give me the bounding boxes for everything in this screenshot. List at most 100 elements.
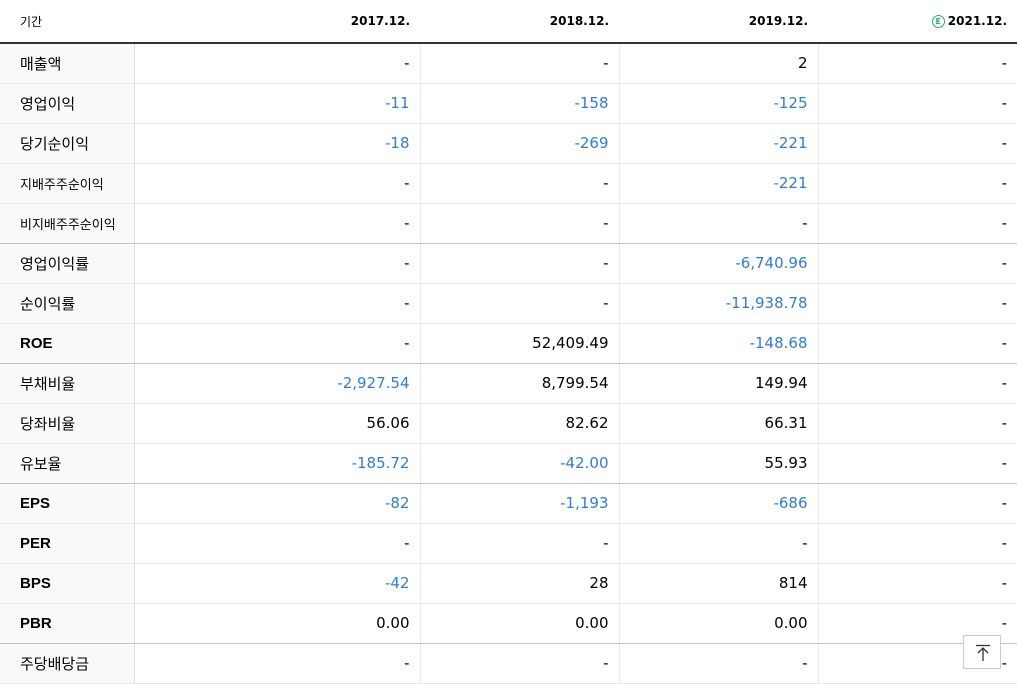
cell: - (817, 163, 1017, 204)
row-label: EPS (0, 483, 135, 524)
row-label: BPS (0, 563, 135, 604)
table-row: 부채비율 -2,927.54 8,799.54 149.94- (0, 363, 1017, 404)
cell: -221 (618, 123, 818, 164)
cell: -11,938.78 (618, 283, 818, 324)
table-row: 유보율 -185.72 -42.00 55.93- (0, 443, 1017, 484)
table-row: PBR 0.00 0.00 0.00- (0, 603, 1017, 644)
cell: 28 (419, 563, 619, 604)
row-label: 당기순이익 (0, 123, 135, 164)
cell: - (133, 43, 420, 84)
cell: -221 (618, 163, 818, 204)
cell: 0.00 (419, 603, 619, 644)
cell: - (817, 323, 1017, 364)
cell: -158 (419, 83, 619, 124)
year-header-2021: E 2021.12. (818, 0, 1017, 44)
cell: 814 (618, 563, 818, 604)
row-label: 부채비율 (0, 363, 135, 404)
table-row: 영업이익 -11 -158 -125- (0, 83, 1017, 124)
year-header-2018: 2018.12. (420, 0, 619, 44)
row-label: 유보율 (0, 443, 135, 484)
cell: 0.00 (133, 603, 420, 644)
cell: -82 (133, 483, 420, 524)
table-row: 주당배당금 - - - - (0, 643, 1017, 684)
cell: 55.93 (618, 443, 818, 484)
cell: -11 (133, 83, 420, 124)
cell: - (817, 563, 1017, 604)
row-label: 매출액 (0, 43, 135, 84)
table-row: BPS -42 28 814- (0, 563, 1017, 604)
cell: 66.31 (618, 403, 818, 444)
period-header: 기간 (0, 0, 134, 44)
header-row: 기간 2017.12. 2018.12. 2019.12. E 2021.12. (0, 0, 1017, 44)
row-label: ROE (0, 323, 135, 364)
cell: - (817, 403, 1017, 444)
financial-summary-table: 기간 2017.12. 2018.12. 2019.12. E 2021.12. … (0, 0, 1017, 684)
cell: - (133, 163, 420, 204)
cell: - (419, 203, 619, 244)
row-label: 영업이익률 (0, 243, 135, 284)
cell: -18 (133, 123, 420, 164)
year-header-2021-label: 2021.12. (947, 14, 1007, 28)
cell: 0.00 (618, 603, 818, 644)
cell: -42.00 (419, 443, 619, 484)
cell: - (817, 203, 1017, 244)
cell: - (817, 283, 1017, 324)
cell: 149.94 (618, 363, 818, 404)
cell: -269 (419, 123, 619, 164)
cell: - (618, 643, 818, 684)
cell: -185.72 (133, 443, 420, 484)
table-row: 지배주주순이익 - - -221- (0, 163, 1017, 204)
cell: - (419, 523, 619, 564)
cell: 82.62 (419, 403, 619, 444)
cell: - (817, 43, 1017, 84)
cell: - (133, 243, 420, 284)
table-row: 비지배주주순이익 - - - - (0, 203, 1017, 244)
table-row: 당좌비율 56.06 82.62 66.31- (0, 403, 1017, 444)
cell: -6,740.96 (618, 243, 818, 284)
cell: - (817, 483, 1017, 524)
row-label: 당좌비율 (0, 403, 135, 444)
table-row: 당기순이익 -18 -269 -221- (0, 123, 1017, 164)
row-label: PBR (0, 603, 135, 644)
cell: - (133, 323, 420, 364)
cell: -42 (133, 563, 420, 604)
cell: - (817, 243, 1017, 284)
cell: - (618, 523, 818, 564)
cell: - (133, 643, 420, 684)
cell: - (817, 123, 1017, 164)
estimate-icon: E (931, 15, 945, 28)
row-label: PER (0, 523, 135, 564)
cell: - (419, 163, 619, 204)
cell: -1,193 (419, 483, 619, 524)
cell: - (419, 643, 619, 684)
cell: 56.06 (133, 403, 420, 444)
cell: 2 (618, 43, 818, 84)
table-row: 순이익률 - - -11,938.78- (0, 283, 1017, 324)
cell: 52,409.49 (419, 323, 619, 364)
cell: - (419, 43, 619, 84)
table-row: EPS -82 -1,193 -686- (0, 483, 1017, 524)
row-label: 영업이익 (0, 83, 135, 124)
cell: - (817, 443, 1017, 484)
cell: - (817, 523, 1017, 564)
cell: 8,799.54 (419, 363, 619, 404)
row-label: 비지배주주순이익 (0, 203, 135, 244)
table-row: ROE -52,409.49 -148.68- (0, 323, 1017, 364)
row-label: 순이익률 (0, 283, 135, 324)
cell: -686 (618, 483, 818, 524)
cell: -148.68 (618, 323, 818, 364)
table-row: 매출액 - -2- (0, 43, 1017, 84)
cell: - (817, 363, 1017, 404)
scroll-to-top-button[interactable] (963, 635, 1001, 669)
cell: - (618, 203, 818, 244)
row-label: 주당배당금 (0, 643, 135, 684)
cell: - (419, 243, 619, 284)
arrow-up-to-top-icon (976, 644, 990, 661)
year-header-2017: 2017.12. (134, 0, 420, 44)
year-header-2019: 2019.12. (619, 0, 818, 44)
cell: -2,927.54 (133, 363, 420, 404)
table-row: PER - - - - (0, 523, 1017, 564)
cell: -125 (618, 83, 818, 124)
cell: - (419, 283, 619, 324)
cell: - (133, 283, 420, 324)
